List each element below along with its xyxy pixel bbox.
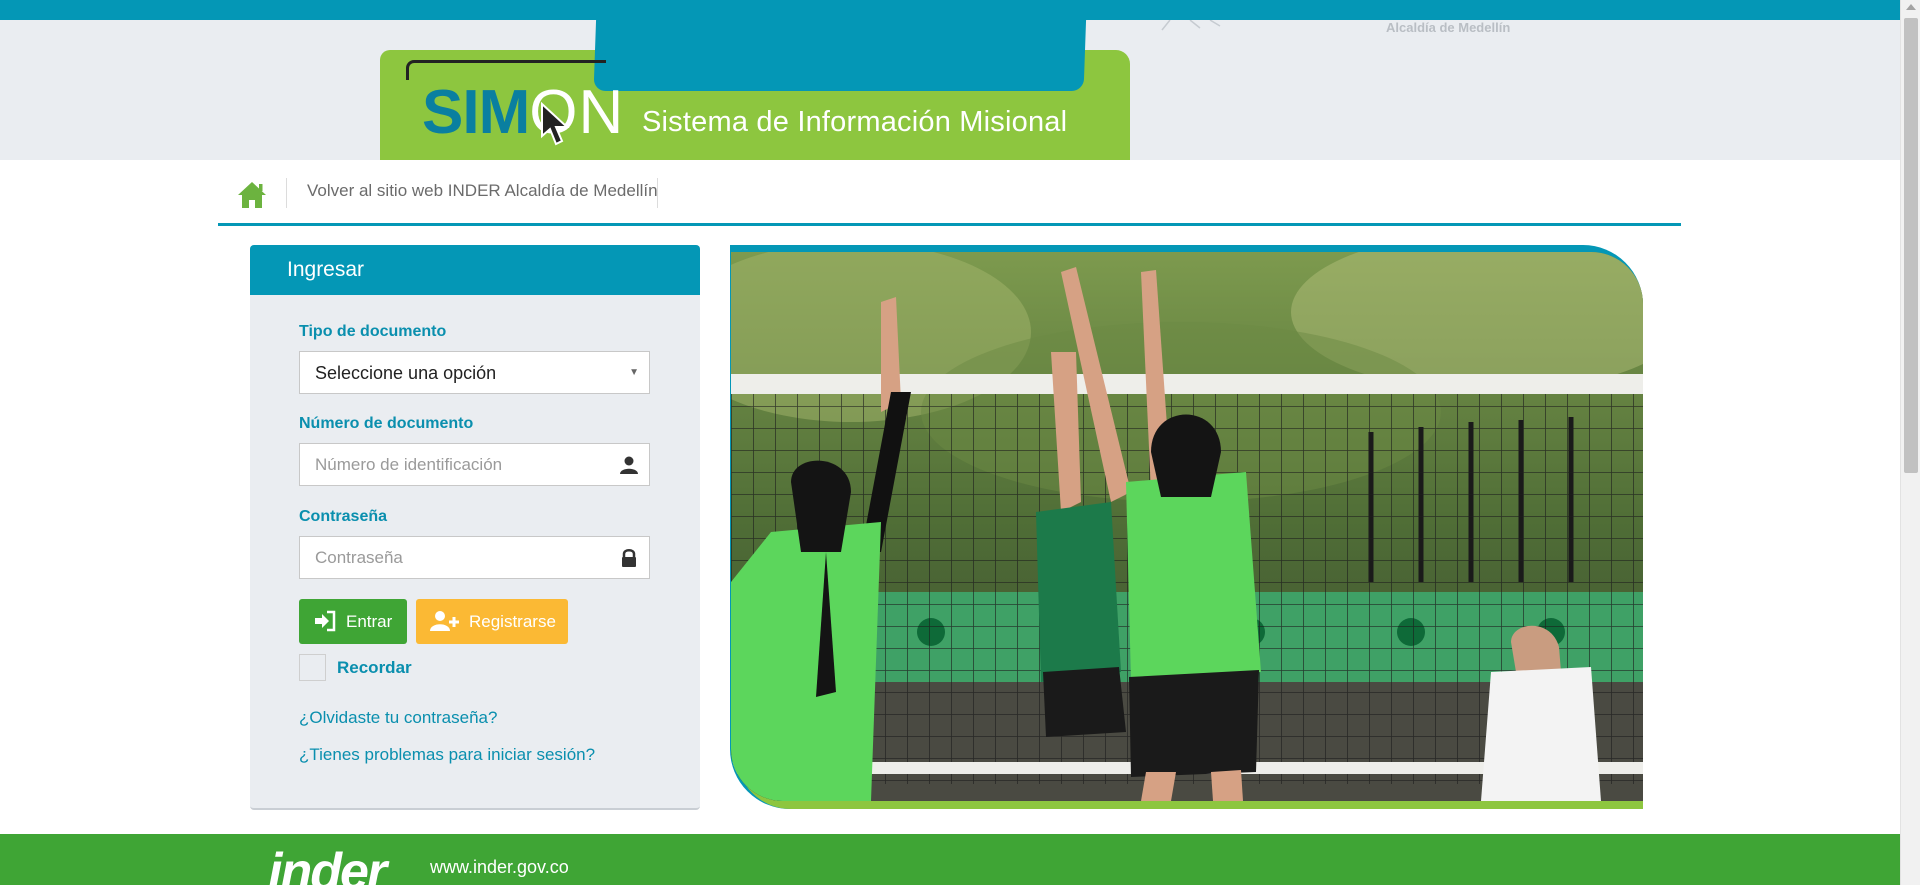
user-icon [620, 456, 638, 474]
login-title: Ingresar [287, 258, 365, 281]
doc-number-placeholder: Número de identificación [315, 455, 503, 474]
remember-label[interactable]: Recordar [337, 658, 412, 678]
back-to-site-link[interactable]: Volver al sitio web INDER Alcaldía de Me… [307, 181, 658, 201]
sign-in-icon [315, 610, 336, 632]
register-button-label: Registrarse [469, 612, 556, 631]
login-panel: Ingresar Tipo de documento Seleccione un… [250, 245, 700, 810]
top-accent-bar [0, 0, 1900, 20]
nav-divider [286, 178, 287, 208]
password-label: Contraseña [299, 508, 388, 525]
add-user-icon [430, 611, 459, 631]
logo-outline [406, 60, 606, 80]
cursor-icon [541, 102, 570, 146]
logo-wordmark: SIMON [422, 82, 624, 144]
breadcrumb-nav: Volver al sitio web INDER Alcaldía de Me… [218, 172, 1681, 226]
logo-sim-text: SIM [422, 78, 530, 147]
scroll-up-arrow-icon[interactable] [1906, 4, 1916, 10]
enter-button-label: Entrar [346, 612, 393, 631]
home-icon[interactable] [236, 180, 268, 210]
inder-logo: inder [268, 843, 387, 885]
doc-type-selected-value: Seleccione una opción [315, 363, 497, 383]
doc-number-input[interactable]: Número de identificación [299, 443, 650, 486]
nav-divider [657, 178, 658, 208]
volleyball-photo [731, 252, 1643, 801]
footer-url-link[interactable]: www.inder.gov.co [430, 857, 569, 878]
site-header: Alcaldía de Medellín SIMON Sistema de In… [0, 20, 1900, 160]
doc-type-select[interactable]: Seleccione una opción ▼ [299, 351, 650, 394]
remember-checkbox[interactable] [299, 654, 326, 681]
doc-number-label: Número de documento [299, 415, 474, 432]
doc-type-label: Tipo de documento [299, 323, 447, 340]
enter-button[interactable]: Entrar [299, 599, 407, 644]
password-placeholder: Contraseña [315, 548, 403, 567]
scrollbar-thumb[interactable] [1904, 18, 1918, 473]
login-header: Ingresar [250, 245, 700, 295]
simon-logo[interactable]: SIMON Sistema de Información Misional [380, 20, 1130, 160]
register-button[interactable]: Registrarse [416, 599, 568, 644]
site-footer: inder www.inder.gov.co [0, 834, 1900, 885]
password-input[interactable]: Contraseña [299, 536, 650, 579]
forgot-password-link[interactable]: ¿Olvidaste tu contraseña? [299, 708, 497, 728]
alcaldia-text: Alcaldía de Medellín [1386, 20, 1511, 35]
login-trouble-link[interactable]: ¿Tienes problemas para iniciar sesión? [299, 745, 595, 765]
alcaldia-emblem [1161, 20, 1221, 31]
vertical-scrollbar[interactable] [1900, 0, 1920, 885]
logo-blue-tab [593, 20, 1087, 91]
lock-icon [622, 549, 636, 567]
chevron-down-icon: ▼ [629, 367, 639, 378]
volleyball-illustration [731, 252, 1643, 801]
system-title: Sistema de Información Misional [642, 106, 1068, 138]
